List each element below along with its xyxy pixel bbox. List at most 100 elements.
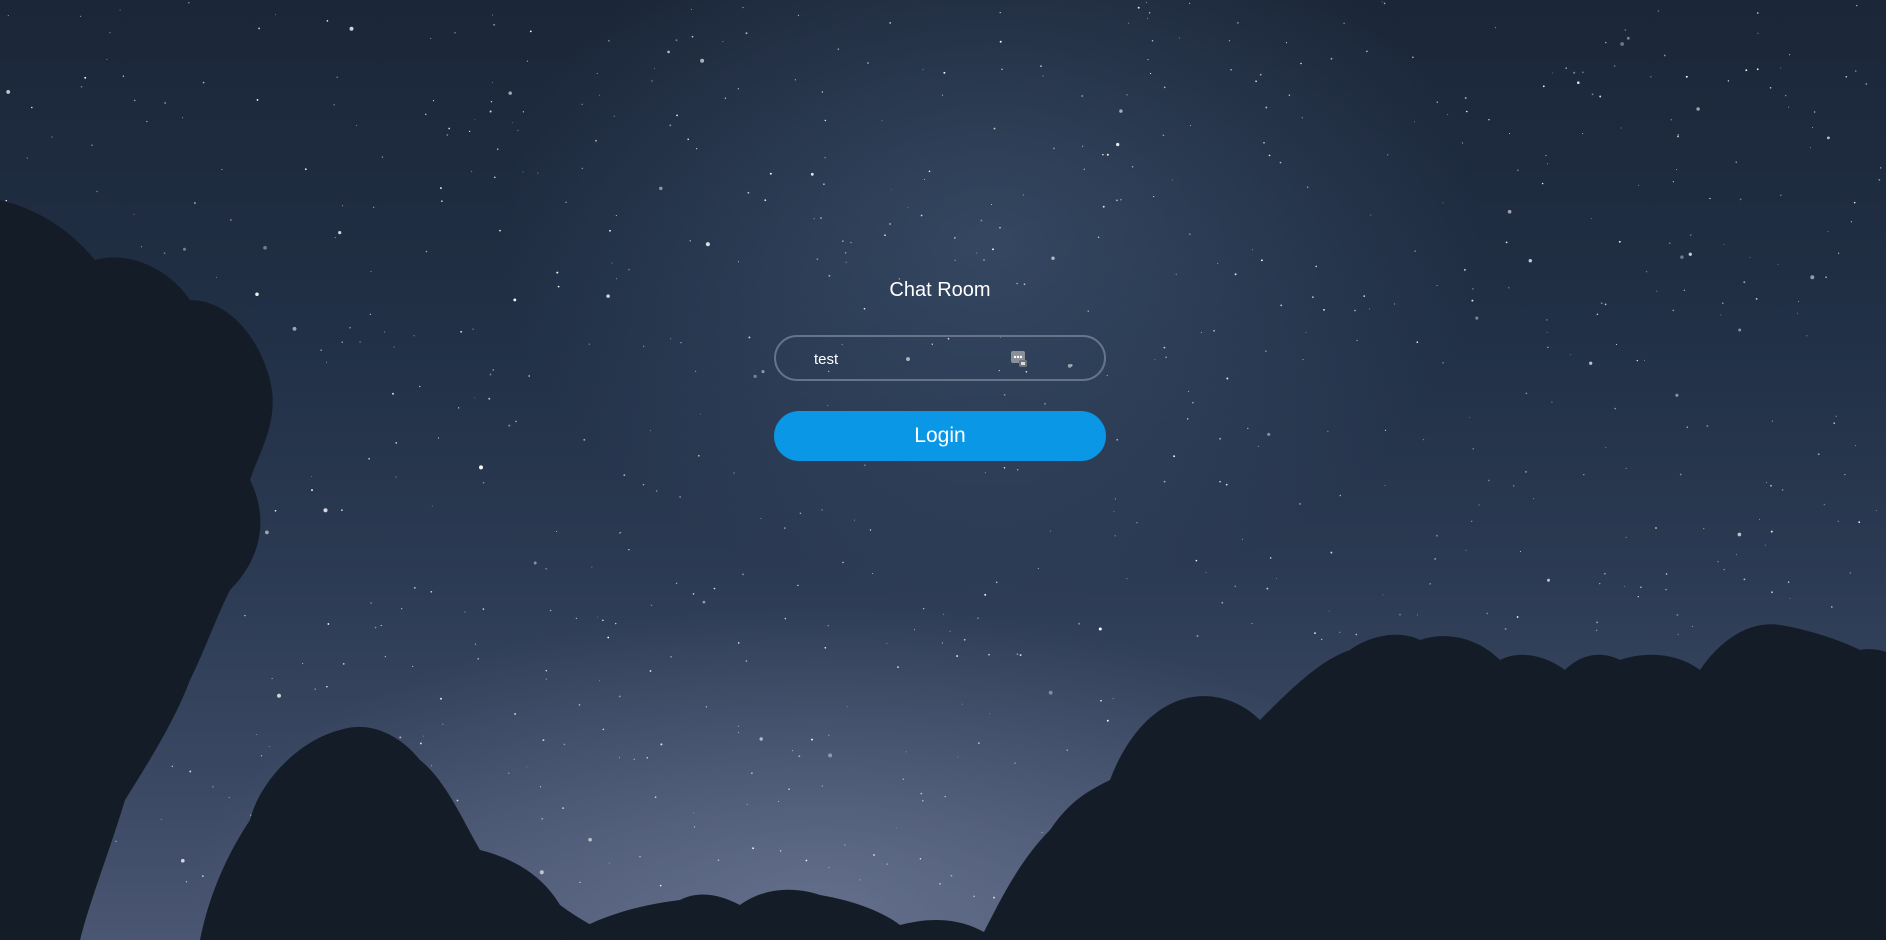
star <box>1196 635 1199 637</box>
star <box>873 854 875 856</box>
star <box>263 245 267 250</box>
star <box>1200 331 1202 333</box>
star <box>943 71 946 74</box>
star <box>109 32 111 34</box>
star <box>823 183 825 186</box>
star <box>446 134 449 136</box>
star <box>1178 37 1180 39</box>
star <box>680 342 682 344</box>
star <box>724 97 727 99</box>
star <box>805 859 808 862</box>
star <box>545 669 548 672</box>
star <box>944 796 946 798</box>
star <box>304 168 307 171</box>
star <box>950 874 953 877</box>
star <box>1078 622 1081 625</box>
star <box>1547 163 1549 165</box>
star <box>1756 68 1759 71</box>
star <box>1260 259 1263 262</box>
star <box>1679 473 1682 476</box>
star <box>941 642 943 644</box>
star <box>1230 68 1232 71</box>
star <box>1127 22 1130 24</box>
star <box>799 512 802 515</box>
star <box>993 127 996 130</box>
star <box>1356 339 1358 341</box>
star <box>1590 218 1592 220</box>
star <box>705 706 708 708</box>
star <box>1638 184 1639 186</box>
star <box>565 201 567 203</box>
star <box>1624 586 1626 587</box>
star <box>216 276 217 278</box>
star <box>1720 314 1722 316</box>
star <box>691 35 694 38</box>
star <box>1833 422 1835 424</box>
star <box>842 240 844 242</box>
star <box>609 229 611 232</box>
password-manager-icon[interactable] <box>1010 350 1028 368</box>
star <box>1097 236 1100 238</box>
star <box>122 75 125 77</box>
star <box>628 268 630 271</box>
star <box>1565 67 1567 69</box>
star <box>1809 147 1811 149</box>
star <box>1508 287 1510 289</box>
star <box>1102 205 1105 208</box>
star <box>1643 359 1646 361</box>
star <box>1393 303 1396 305</box>
star <box>1735 554 1737 556</box>
star <box>1504 627 1507 630</box>
star <box>1703 527 1705 530</box>
star <box>549 609 552 612</box>
star <box>458 407 460 409</box>
star <box>1355 633 1358 636</box>
star <box>432 100 435 102</box>
star <box>1307 186 1309 188</box>
star <box>820 217 822 220</box>
star <box>1723 568 1725 571</box>
star <box>1147 17 1149 19</box>
star <box>490 101 493 103</box>
star <box>954 237 956 239</box>
star <box>1541 182 1544 185</box>
star <box>1827 231 1829 233</box>
star <box>1384 429 1387 432</box>
star <box>1494 27 1497 29</box>
star <box>1266 587 1269 590</box>
star <box>1259 73 1262 76</box>
star <box>827 625 829 627</box>
star <box>748 336 751 339</box>
star <box>244 614 246 617</box>
star <box>1582 71 1584 73</box>
star <box>1275 577 1277 579</box>
star <box>541 817 544 820</box>
star <box>1547 578 1550 582</box>
star <box>1330 551 1333 554</box>
star <box>618 695 621 698</box>
star <box>1225 483 1228 486</box>
username-input[interactable] <box>812 337 1036 381</box>
star <box>1265 106 1268 109</box>
username-field-wrapper[interactable] <box>774 335 1106 381</box>
star <box>1837 252 1840 254</box>
star <box>1717 561 1719 563</box>
star <box>194 202 196 204</box>
star <box>115 840 118 843</box>
star <box>1670 118 1673 121</box>
star <box>1037 567 1040 570</box>
star <box>189 770 192 773</box>
star <box>1285 42 1288 44</box>
login-button[interactable]: Login <box>774 411 1106 461</box>
star <box>1625 467 1627 469</box>
star <box>342 663 345 665</box>
star <box>141 246 142 248</box>
star <box>256 733 258 736</box>
star <box>919 858 922 860</box>
star <box>733 472 735 474</box>
star <box>961 703 963 705</box>
star <box>1163 86 1166 89</box>
star <box>533 561 537 565</box>
star <box>1669 242 1671 244</box>
star <box>1106 719 1109 722</box>
